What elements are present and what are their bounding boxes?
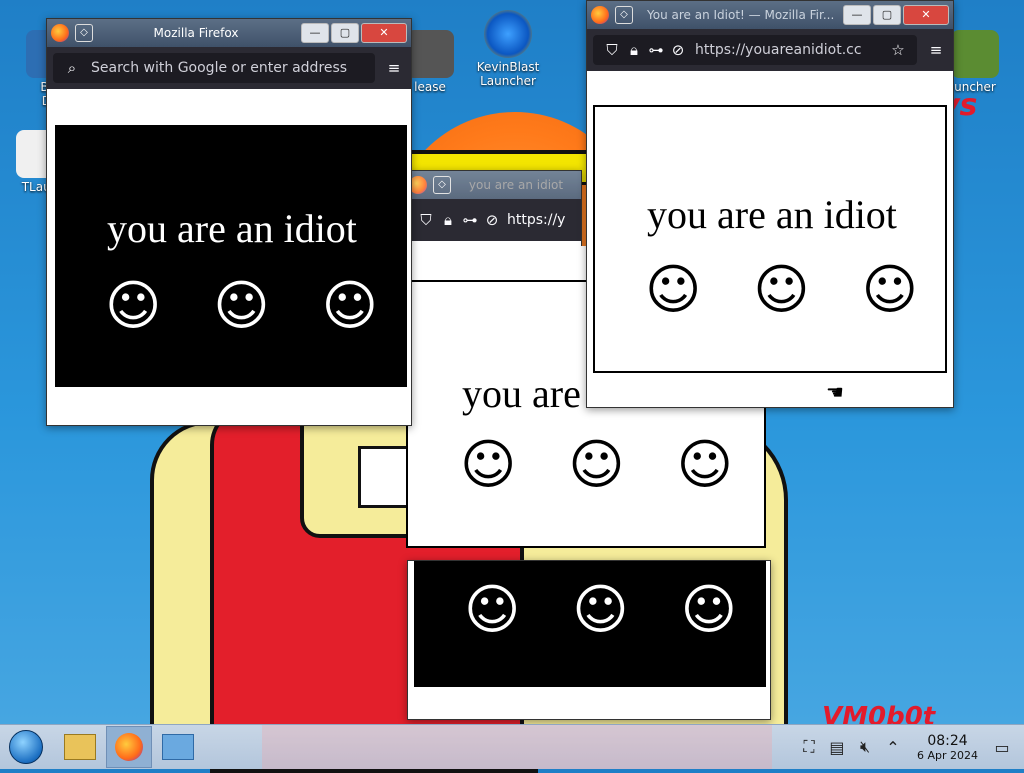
idiot-text: you are an idiot <box>107 206 357 251</box>
bookmark-star-icon[interactable]: ☆ <box>887 39 909 61</box>
desktop-icon-label: lease <box>414 80 446 94</box>
chevron-up-icon[interactable]: ⌃ <box>879 738 907 757</box>
smiley-row: ☺ ☺ ☺ <box>105 279 378 333</box>
smiley-face: ☺ <box>460 433 517 496</box>
lock-icon[interactable]: 🔒︎ <box>437 209 459 231</box>
window-titlebar[interactable]: ◇ Mozilla Firefox — ▢ ✕ <box>47 19 411 47</box>
browser-window-2[interactable]: ◇ You are an Idiot! — Mozilla Fir... — ▢… <box>586 0 954 408</box>
folder-icon <box>64 734 96 760</box>
shield-icon[interactable]: ⛉ <box>601 39 623 61</box>
minimize-button[interactable]: — <box>301 23 329 43</box>
smiley-row: ☺ ☺ ☺ <box>460 438 733 492</box>
network-icon[interactable]: ⛶ <box>795 737 823 757</box>
close-button[interactable]: ✕ <box>903 5 949 25</box>
idiot-panel: you are an idiot ☺ ☺ ☺ <box>55 125 407 387</box>
nav-bar: ⛉ 🔒︎ ⊶ ⊘ https://youareanidiot.cc ☆ ≡ <box>587 29 953 71</box>
firefox-icon <box>51 24 69 42</box>
clipboard-icon[interactable]: ▤ <box>823 738 851 757</box>
tracking-icon[interactable]: ⊘ <box>481 209 503 231</box>
window-titlebar[interactable]: ◇ you are an idiot <box>405 171 581 199</box>
show-desktop-icon[interactable]: ▭ <box>988 738 1016 757</box>
system-tray: ⛶ ▤ 🔇︎ ⌃ 08:24 6 Apr 2024 ▭ <box>795 725 1024 769</box>
url-text: https://youareanidiot.cc <box>695 42 862 58</box>
clock-time: 08:24 <box>927 732 968 749</box>
pin-icon[interactable]: ◇ <box>615 6 633 24</box>
taskbar-firefox[interactable] <box>106 726 152 768</box>
hand-cursor-icon: ☚ <box>826 380 844 404</box>
tracking-icon[interactable]: ⊘ <box>667 39 689 61</box>
pin-icon[interactable]: ◇ <box>433 176 451 194</box>
taskbar-empty-area <box>262 725 772 769</box>
smiley-face: ☺ <box>680 578 737 641</box>
maximize-button[interactable]: ▢ <box>331 23 359 43</box>
menu-icon[interactable]: ≡ <box>925 39 947 61</box>
maximize-button[interactable]: ▢ <box>873 5 901 25</box>
browser-window-1[interactable]: ◇ Mozilla Firefox — ▢ ✕ ⌕ Search with Go… <box>46 18 412 426</box>
pin-icon[interactable]: ◇ <box>75 24 93 42</box>
start-button[interactable] <box>4 727 48 767</box>
idiot-text: you are <box>462 371 581 416</box>
close-button[interactable]: ✕ <box>361 23 407 43</box>
firefox-icon <box>591 6 609 24</box>
smiley-face: ☺ <box>676 433 733 496</box>
firefox-icon <box>115 733 143 761</box>
smiley-face: ☺ <box>568 433 625 496</box>
taskbar-file-manager[interactable] <box>58 727 102 767</box>
shield-icon[interactable]: ⛉ <box>415 209 437 231</box>
taskbar-control-panel[interactable] <box>156 727 200 767</box>
nav-bar: ⌕ Search with Google or enter address ≡ <box>47 47 411 89</box>
desktop-icon-label: KevinBlast Launcher <box>476 60 540 88</box>
desktop-icon-kevinblast[interactable]: KevinBlast Launcher <box>468 10 548 88</box>
browser-window-bottom[interactable]: ☺ ☺ ☺ <box>407 560 771 720</box>
smiley-face: ☺ <box>464 578 521 641</box>
menu-icon[interactable]: ≡ <box>383 57 405 79</box>
speaker-muted-icon[interactable]: 🔇︎ <box>851 737 879 757</box>
lock-icon[interactable]: 🔒︎ <box>623 39 645 61</box>
smiley-face: ☺ <box>213 274 270 337</box>
search-icon: ⌕ <box>67 59 77 77</box>
monitor-icon <box>162 734 194 760</box>
clock[interactable]: 08:24 6 Apr 2024 <box>917 733 978 762</box>
smiley-row: ☺ ☺ ☺ <box>464 583 737 637</box>
browser-window-back[interactable]: ◇ you are an idiot ⛉ 🔒︎ ⊶ ⊘ https://y <box>404 170 582 250</box>
search-input[interactable]: ⌕ Search with Google or enter address <box>53 53 375 83</box>
window-controls: — ▢ ✕ <box>299 23 407 43</box>
smiley-face: ☺ <box>861 258 918 321</box>
url-text[interactable]: https://y <box>507 212 565 228</box>
globe-icon <box>484 10 532 58</box>
idiot-text: you are an idiot <box>647 192 897 237</box>
smiley-face: ☺ <box>572 578 629 641</box>
nav-bar: ⛉ 🔒︎ ⊶ ⊘ https://y <box>405 199 581 241</box>
disc-icon <box>406 30 454 78</box>
idiot-panel: you are an idiot ☺ ☺ ☺ <box>593 105 947 373</box>
smiley-row: ☺ ☺ ☺ <box>645 263 918 317</box>
permissions-icon[interactable]: ⊶ <box>459 209 481 231</box>
smiley-face: ☺ <box>321 274 378 337</box>
window-title: Mozilla Firefox <box>153 26 239 40</box>
smiley-face: ☺ <box>753 258 810 321</box>
smiley-face: ☺ <box>645 258 702 321</box>
windows-logo-icon <box>9 730 43 764</box>
window-titlebar[interactable]: ◇ You are an Idiot! — Mozilla Fir... — ▢… <box>587 1 953 29</box>
window-title: you are an idiot <box>468 178 564 192</box>
minimize-button[interactable]: — <box>843 5 871 25</box>
clock-date: 6 Apr 2024 <box>916 748 978 762</box>
url-bar[interactable]: ⛉ 🔒︎ ⊶ ⊘ https://youareanidiot.cc ☆ <box>593 35 917 65</box>
minecraft-block-icon <box>951 30 999 78</box>
taskbar: ⛶ ▤ 🔇︎ ⌃ 08:24 6 Apr 2024 ▭ <box>0 724 1024 769</box>
window-controls: — ▢ ✕ <box>841 5 949 25</box>
permissions-icon[interactable]: ⊶ <box>645 39 667 61</box>
search-placeholder: Search with Google or enter address <box>91 60 348 76</box>
smiley-face: ☺ <box>105 274 162 337</box>
window-title: You are an Idiot! — Mozilla Fir... <box>647 8 835 22</box>
